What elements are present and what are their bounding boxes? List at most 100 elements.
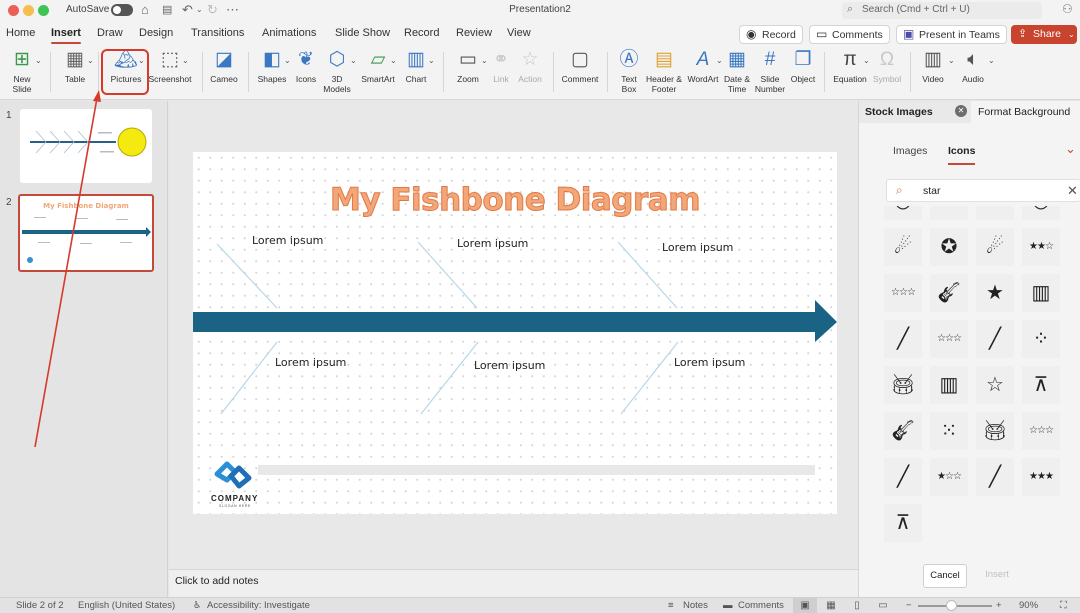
tab-format-background[interactable]: Format Background bbox=[978, 106, 1070, 118]
cause-label[interactable]: Lorem ipsum bbox=[474, 359, 545, 372]
small-star-icon[interactable]: ☆ bbox=[976, 206, 1014, 220]
cause-label[interactable]: Lorem ipsum bbox=[674, 356, 745, 369]
zoom-slider-handle[interactable] bbox=[946, 600, 958, 611]
text-box-button[interactable]: Ⓐ Text Box bbox=[615, 48, 643, 94]
one-of-three-stars-outline-icon[interactable]: ☆☆☆ bbox=[1022, 412, 1060, 450]
chevron-down-icon[interactable]: ⌄ bbox=[948, 56, 955, 65]
three-stars-filled-icon[interactable]: ★★★ bbox=[1022, 458, 1060, 496]
autosave-toggle[interactable] bbox=[111, 4, 133, 16]
zoom-button[interactable]: ▭ Zoom bbox=[452, 48, 484, 85]
two-of-three-stars-outline-icon[interactable]: ☆☆☆ bbox=[884, 274, 922, 312]
link-button[interactable]: ⚭ Link bbox=[490, 48, 512, 85]
chevron-down-icon[interactable]: ⌄ bbox=[182, 56, 189, 65]
constellation-icon[interactable]: ⁘ bbox=[1022, 320, 1060, 358]
wordart-button[interactable]: A WordArt bbox=[686, 48, 720, 85]
zoom-in-button[interactable]: + bbox=[996, 600, 1002, 611]
fit-to-window-icon[interactable]: ⛶ bbox=[1060, 600, 1067, 611]
electric-guitar-outline-icon[interactable]: 🎸︎ bbox=[884, 412, 922, 450]
date-time-button[interactable]: ▦ Date & Time bbox=[723, 48, 751, 94]
comment-button[interactable]: ▢ Comment bbox=[560, 48, 600, 85]
chevron-down-icon[interactable]: ⌄ bbox=[863, 56, 870, 65]
search-box[interactable]: ⌕ Search (Cmd + Ctrl + U) bbox=[842, 2, 1042, 19]
equation-button[interactable]: π Equation bbox=[832, 48, 868, 85]
new-slide-button[interactable]: ⊞ New Slide bbox=[6, 48, 38, 94]
normal-view-button[interactable]: ▣ bbox=[793, 598, 817, 613]
record-button[interactable]: ◉ Record bbox=[739, 25, 803, 44]
slide-thumbnail-2[interactable]: My Fishbone Diagram bbox=[18, 194, 154, 272]
zoom-window-button[interactable] bbox=[38, 5, 49, 16]
slide-title[interactable]: My Fishbone Diagram bbox=[193, 182, 837, 219]
shooting-star-outline-icon[interactable]: ☄ bbox=[884, 228, 922, 266]
tab-review[interactable]: Review bbox=[456, 27, 492, 39]
chevron-down-icon[interactable]: ⌄ bbox=[716, 56, 723, 65]
subtab-images[interactable]: Images bbox=[893, 145, 927, 157]
company-logo-icon[interactable] bbox=[211, 456, 255, 492]
chevron-down-icon[interactable]: ⌄ bbox=[428, 56, 435, 65]
chevron-down-icon[interactable]: ⌄ bbox=[481, 56, 488, 65]
clear-search-icon[interactable]: ✕ bbox=[1067, 183, 1078, 199]
constellation-outline-icon[interactable]: ⁙ bbox=[930, 412, 968, 450]
icon-search-input[interactable]: ⌕ star ✕ bbox=[886, 179, 1080, 202]
slide-sorter-button[interactable]: ▦ bbox=[819, 598, 843, 613]
chevron-down-icon[interactable]: ⌄ bbox=[87, 56, 94, 65]
notes-pane[interactable]: Click to add notes bbox=[169, 569, 858, 597]
telescope-outline-icon[interactable]: ⊼ bbox=[884, 504, 922, 542]
insert-button[interactable]: Insert bbox=[975, 564, 1019, 588]
object-button[interactable]: ❐ Object bbox=[788, 48, 818, 85]
tab-animations[interactable]: Animations bbox=[262, 27, 316, 39]
undo-dropdown-icon[interactable]: ⌄ bbox=[196, 2, 203, 18]
comments-toggle[interactable]: Comments bbox=[738, 600, 784, 611]
home-icon[interactable]: ⌂ bbox=[141, 2, 149, 18]
three-stars-outline-icon[interactable]: ☆☆☆ bbox=[930, 320, 968, 358]
chevron-down-icon[interactable]: ⌄ bbox=[284, 56, 291, 65]
cause-label[interactable]: Lorem ipsum bbox=[252, 234, 323, 247]
more-icon[interactable]: ⋯ bbox=[226, 2, 239, 18]
tab-record[interactable]: Record bbox=[404, 27, 439, 39]
telescope-filled-icon[interactable]: ⊼ bbox=[1022, 366, 1060, 404]
action-button[interactable]: ☆ Action bbox=[515, 48, 545, 85]
slide-thumbnail-1[interactable] bbox=[20, 109, 152, 183]
star-filled-icon[interactable]: ★ bbox=[976, 274, 1014, 312]
chart-button[interactable]: ▥ Chart bbox=[401, 48, 431, 85]
close-pane-icon[interactable]: ✕ bbox=[955, 105, 967, 117]
tab-view[interactable]: View bbox=[507, 27, 531, 39]
clarinet-filled-icon[interactable]: ╱ bbox=[976, 458, 1014, 496]
cancel-button[interactable]: Cancel bbox=[923, 564, 967, 588]
symbol-button[interactable]: Ω Symbol bbox=[871, 48, 903, 85]
smile-partial-icon-2[interactable]: ◠ bbox=[930, 206, 968, 220]
zoom-level[interactable]: 90% bbox=[1019, 600, 1038, 611]
one-of-three-stars-icon[interactable]: ★☆☆ bbox=[930, 458, 968, 496]
piano-keys-outline-icon[interactable]: ▥ bbox=[930, 366, 968, 404]
header-footer-button[interactable]: ▤ Header & Footer bbox=[645, 48, 683, 94]
smile-partial-icon[interactable]: ◡ bbox=[884, 206, 922, 220]
star-in-circle-icon[interactable]: ✪ bbox=[930, 228, 968, 266]
tab-transitions[interactable]: Transitions bbox=[191, 27, 244, 39]
minimize-window-button[interactable] bbox=[23, 5, 34, 16]
shooting-star-filled-icon[interactable]: ☄ bbox=[976, 228, 1014, 266]
save-icon[interactable]: ▤ bbox=[162, 2, 172, 18]
tab-insert[interactable]: Insert bbox=[51, 27, 81, 44]
flute-outline-icon[interactable]: ╱ bbox=[884, 320, 922, 358]
zoom-out-button[interactable]: − bbox=[906, 600, 912, 611]
smartart-button[interactable]: ▱ SmartArt bbox=[358, 48, 398, 85]
audio-button[interactable]: 🔈︎ Audio bbox=[958, 48, 988, 85]
notes-toggle[interactable]: Notes bbox=[683, 600, 708, 611]
shapes-button[interactable]: ◧ Shapes bbox=[255, 48, 289, 85]
undo-icon[interactable]: ↶ bbox=[182, 2, 193, 18]
star-outline-icon[interactable]: ☆ bbox=[976, 366, 1014, 404]
cameo-button[interactable]: ◪ Cameo bbox=[208, 48, 240, 85]
slideshow-button[interactable]: ▭ bbox=[871, 598, 895, 613]
tab-stock-images[interactable]: Stock Images bbox=[865, 106, 933, 118]
language[interactable]: English (United States) bbox=[78, 600, 175, 611]
comments-button[interactable]: ▭ Comments bbox=[809, 25, 890, 44]
table-button[interactable]: ▦ Table bbox=[58, 48, 92, 85]
slide-canvas[interactable]: My Fishbone Diagram Lorem ipsum Lorem ip… bbox=[193, 152, 837, 514]
notes-placeholder[interactable]: Click to add notes bbox=[175, 575, 258, 587]
slide-number-button[interactable]: # Slide Number bbox=[754, 48, 786, 94]
share-people-icon[interactable]: ⚇ bbox=[1062, 2, 1073, 16]
cause-label[interactable]: Lorem ipsum bbox=[275, 356, 346, 369]
screenshot-button[interactable]: ⬚ Screenshot bbox=[148, 48, 192, 85]
cause-label[interactable]: Lorem ipsum bbox=[457, 237, 528, 250]
chevron-down-icon[interactable]: ⌄ bbox=[988, 56, 995, 65]
chevron-down-icon[interactable]: ⌄ bbox=[350, 56, 357, 65]
